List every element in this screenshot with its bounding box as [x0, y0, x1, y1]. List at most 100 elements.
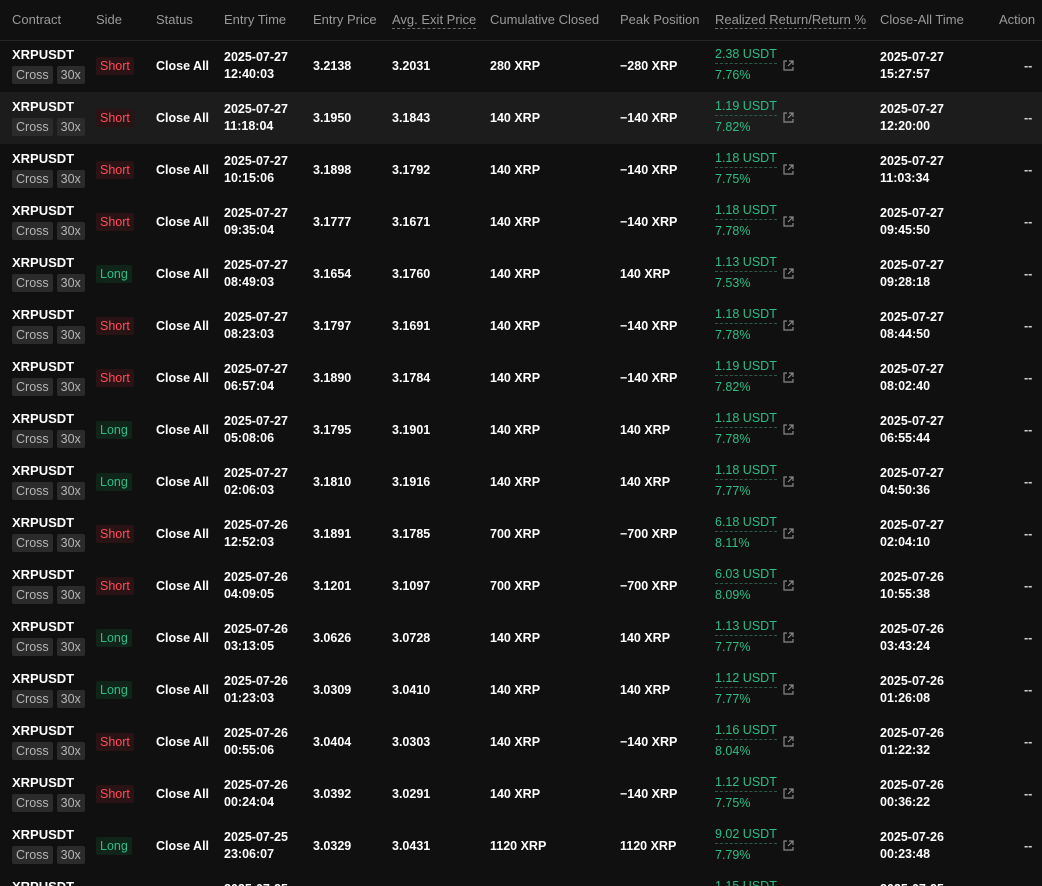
- external-link-icon[interactable]: [782, 267, 795, 280]
- realized-return-amount[interactable]: 1.12 USDT: [715, 671, 777, 688]
- realized-return-amount[interactable]: 1.12 USDT: [715, 775, 777, 792]
- external-link-icon[interactable]: [782, 683, 795, 696]
- contract-symbol[interactable]: XRPUSDT: [12, 827, 74, 842]
- entry-time: 2025-07-27 08:23:03: [224, 309, 288, 343]
- realized-return-amount[interactable]: 1.18 USDT: [715, 151, 777, 168]
- realized-return-amount[interactable]: 1.18 USDT: [715, 411, 777, 428]
- external-link-icon[interactable]: [782, 735, 795, 748]
- close-date: 2025-07-25: [880, 881, 944, 886]
- contract-symbol[interactable]: XRPUSDT: [12, 99, 74, 114]
- close-clock: 00:23:48: [880, 847, 931, 861]
- contract-badges: Cross 30x: [12, 170, 85, 188]
- contract-symbol[interactable]: XRPUSDT: [12, 411, 74, 426]
- leverage-badge: 30x: [56, 326, 85, 344]
- entry-clock: 05:08:06: [224, 431, 275, 445]
- side-badge: Long: [96, 681, 132, 699]
- header-realized-return[interactable]: Realized Return/Return %: [715, 12, 867, 29]
- realized-return-amount[interactable]: 1.18 USDT: [715, 203, 777, 220]
- margin-mode-badge: Cross: [12, 534, 53, 552]
- action-cell: --: [1024, 839, 1033, 853]
- realized-return-amount[interactable]: 2.38 USDT: [715, 47, 777, 64]
- external-link-icon[interactable]: [782, 319, 795, 332]
- close-all-time: 2025-07-26 01:22:32: [880, 725, 944, 759]
- external-link-icon[interactable]: [782, 371, 795, 384]
- contract-symbol[interactable]: XRPUSDT: [12, 463, 74, 478]
- contract-symbol[interactable]: XRPUSDT: [12, 879, 74, 886]
- realized-return-amount[interactable]: 6.18 USDT: [715, 515, 777, 532]
- close-date: 2025-07-27: [880, 466, 944, 480]
- cumulative-closed: 140 XRP: [490, 319, 541, 333]
- realized-return-amount[interactable]: 1.13 USDT: [715, 619, 777, 636]
- realized-return-amount[interactable]: 6.03 USDT: [715, 567, 777, 584]
- status-text: Close All: [156, 267, 210, 281]
- realized-return-amount[interactable]: 1.19 USDT: [715, 359, 777, 376]
- entry-date: 2025-07-27: [224, 258, 288, 272]
- close-all-time: 2025-07-27 06:55:44: [880, 413, 944, 447]
- realized-return-amount[interactable]: 1.18 USDT: [715, 307, 777, 324]
- close-date: 2025-07-26: [880, 726, 944, 740]
- contract-symbol[interactable]: XRPUSDT: [12, 567, 74, 582]
- contract-symbol[interactable]: XRPUSDT: [12, 671, 74, 686]
- realized-return-percent: 7.75%: [715, 796, 751, 810]
- contract-symbol[interactable]: XRPUSDT: [12, 619, 74, 634]
- avg-exit-price: 3.0728: [392, 631, 431, 645]
- action-cell: --: [1024, 319, 1033, 333]
- external-link-icon[interactable]: [782, 111, 795, 124]
- cumulative-closed: 1120 XRP: [490, 839, 547, 853]
- entry-date: 2025-07-25: [224, 830, 288, 844]
- margin-mode-badge: Cross: [12, 586, 53, 604]
- entry-time: 2025-07-27 06:57:04: [224, 361, 288, 395]
- external-link-icon[interactable]: [782, 787, 795, 800]
- entry-time: 2025-07-27 02:06:03: [224, 465, 288, 499]
- entry-price: 3.1797: [313, 319, 352, 333]
- close-clock: 01:26:08: [880, 691, 931, 705]
- external-link-icon[interactable]: [782, 527, 795, 540]
- external-link-icon[interactable]: [782, 423, 795, 436]
- contract-symbol[interactable]: XRPUSDT: [12, 515, 74, 530]
- header-avg-exit-price[interactable]: Avg. Exit Price: [392, 12, 477, 29]
- action-cell: --: [1024, 371, 1033, 385]
- contract-symbol[interactable]: XRPUSDT: [12, 307, 74, 322]
- status-text: Close All: [156, 319, 210, 333]
- avg-exit-price: 3.1792: [392, 163, 431, 177]
- realized-return: 1.12 USDT 7.75%: [715, 774, 777, 812]
- external-link-icon[interactable]: [782, 163, 795, 176]
- realized-return-amount[interactable]: 1.13 USDT: [715, 255, 777, 272]
- entry-clock: 12:52:03: [224, 535, 275, 549]
- cumulative-closed: 140 XRP: [490, 475, 541, 489]
- contract-badges: Cross 30x: [12, 638, 85, 656]
- realized-return-amount[interactable]: 1.15 USDT: [715, 879, 777, 886]
- contract-symbol[interactable]: XRPUSDT: [12, 151, 74, 166]
- realized-return-percent: 8.04%: [715, 744, 751, 758]
- external-link-icon[interactable]: [782, 59, 795, 72]
- realized-return-amount[interactable]: 1.16 USDT: [715, 723, 777, 740]
- realized-return: 1.12 USDT 7.77%: [715, 670, 777, 708]
- external-link-icon[interactable]: [782, 631, 795, 644]
- side-badge: Long: [96, 837, 132, 855]
- contract-symbol[interactable]: XRPUSDT: [12, 47, 74, 62]
- realized-return: 1.18 USDT 7.78%: [715, 306, 777, 344]
- cumulative-closed: 700 XRP: [490, 579, 541, 593]
- contract-symbol[interactable]: XRPUSDT: [12, 203, 74, 218]
- contract-badges: Cross 30x: [12, 378, 85, 396]
- contract-badges: Cross 30x: [12, 690, 85, 708]
- cumulative-closed: 140 XRP: [490, 683, 541, 697]
- contract-badges: Cross 30x: [12, 846, 85, 864]
- status-text: Close All: [156, 59, 210, 73]
- table-row: XRPUSDT Cross 30x Short Close All 2025-0…: [0, 560, 1042, 612]
- close-all-time: 2025-07-26 03:43:24: [880, 621, 944, 655]
- contract-symbol[interactable]: XRPUSDT: [12, 723, 74, 738]
- peak-position: 140 XRP: [620, 683, 671, 697]
- peak-position: 1120 XRP: [620, 839, 677, 853]
- external-link-icon[interactable]: [782, 839, 795, 852]
- realized-return-amount[interactable]: 9.02 USDT: [715, 827, 777, 844]
- contract-symbol[interactable]: XRPUSDT: [12, 255, 74, 270]
- close-clock: 09:28:18: [880, 275, 931, 289]
- contract-symbol[interactable]: XRPUSDT: [12, 359, 74, 374]
- external-link-icon[interactable]: [782, 475, 795, 488]
- external-link-icon[interactable]: [782, 579, 795, 592]
- realized-return-amount[interactable]: 1.19 USDT: [715, 99, 777, 116]
- realized-return-amount[interactable]: 1.18 USDT: [715, 463, 777, 480]
- external-link-icon[interactable]: [782, 215, 795, 228]
- contract-symbol[interactable]: XRPUSDT: [12, 775, 74, 790]
